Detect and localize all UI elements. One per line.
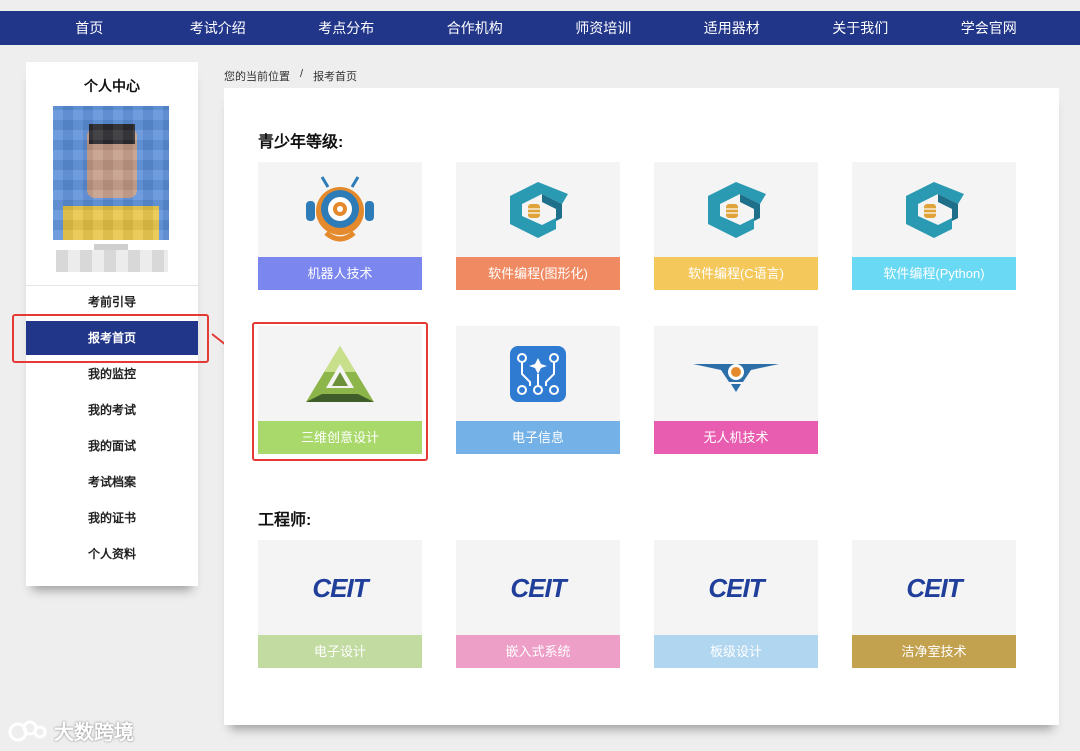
avatar [53,106,169,240]
ceit-logo-icon: CEIT [456,540,620,636]
card-embedded-systems[interactable]: CEIT 嵌入式系统 [456,540,620,668]
card-robotics[interactable]: 机器人技术 [258,162,422,290]
active-item-highlight [12,314,209,363]
nav-item-official-site[interactable]: 学会官网 [925,11,1054,45]
watermark-text: 大数跨境 [54,722,134,744]
card-python-programming[interactable]: 软件编程(Python) [852,162,1016,290]
nav-item-exam-intro[interactable]: 考试介绍 [154,11,283,45]
highlight-box [252,322,428,461]
ceit-logo-icon: CEIT [258,540,422,636]
card-label-electronic-info: 电子信息 [456,421,620,454]
sidebar-item-my-interviews[interactable]: 我的面试 [26,428,198,464]
sidebar-item-my-certificates[interactable]: 我的证书 [26,500,198,536]
card-label-embedded-systems: 嵌入式系统 [456,635,620,668]
blurred-id [56,250,168,272]
breadcrumb-separator: / [300,68,304,80]
card-graphical-programming[interactable]: 软件编程(图形化) [456,162,620,290]
circuit-icon [456,326,620,422]
user-center-title: 个人中心 [84,78,140,94]
ceit-logo-icon: CEIT [852,540,1016,636]
card-label-python-programming: 软件编程(Python) [852,257,1016,290]
youth-section-title: 青少年等级: [258,134,344,151]
watermark: 大数跨境 [8,716,134,745]
sidebar-item-profile[interactable]: 个人资料 [26,536,198,572]
ceit-logo-text: CEIT [510,572,566,603]
code-logo-icon [654,162,818,258]
card-label-graphical-programming: 软件编程(图形化) [456,257,620,290]
drone-icon [654,326,818,422]
nav-item-teacher-training[interactable]: 师资培训 [539,11,668,45]
robot-icon [258,162,422,258]
card-label-cleanroom-tech: 洁净室技术 [852,635,1016,668]
ceit-logo-text: CEIT [708,572,764,603]
card-board-design[interactable]: CEIT 板级设计 [654,540,818,668]
nav-item-equipment[interactable]: 适用器材 [668,11,797,45]
nav-item-partners[interactable]: 合作机构 [411,11,540,45]
card-label-c-programming: 软件编程(C语言) [654,257,818,290]
card-electronic-design[interactable]: CEIT 电子设计 [258,540,422,668]
card-label-electronic-design: 电子设计 [258,635,422,668]
code-logo-icon [852,162,1016,258]
ceit-logo-text: CEIT [312,572,368,603]
top-nav: 首页 考试介绍 考点分布 合作机构 师资培训 适用器材 关于我们 学会官网 [0,11,1080,45]
ceit-logo-icon: CEIT [654,540,818,636]
card-label-robotics: 机器人技术 [258,257,422,290]
ceit-logo-text: CEIT [906,572,962,603]
breadcrumb: 您的当前位置 / 报考首页 [224,68,357,84]
engineer-section-title: 工程师: [258,512,312,529]
card-electronic-info[interactable]: 电子信息 [456,326,620,454]
card-label-board-design: 板级设计 [654,635,818,668]
card-label-drone-tech: 无人机技术 [654,421,818,454]
breadcrumb-current[interactable]: 报考首页 [313,68,357,84]
nav-item-about-us[interactable]: 关于我们 [796,11,925,45]
card-c-programming[interactable]: 软件编程(C语言) [654,162,818,290]
sidebar-item-my-exams[interactable]: 我的考试 [26,392,198,428]
code-logo-icon [456,162,620,258]
breadcrumb-prefix: 您的当前位置 [224,71,290,83]
nav-item-home[interactable]: 首页 [25,11,154,45]
card-cleanroom-tech[interactable]: CEIT 洁净室技术 [852,540,1016,668]
card-drone-tech[interactable]: 无人机技术 [654,326,818,454]
nav-item-exam-sites[interactable]: 考点分布 [282,11,411,45]
watermark-logo-icon [8,720,47,741]
sidebar-item-exam-records[interactable]: 考试档案 [26,464,198,500]
